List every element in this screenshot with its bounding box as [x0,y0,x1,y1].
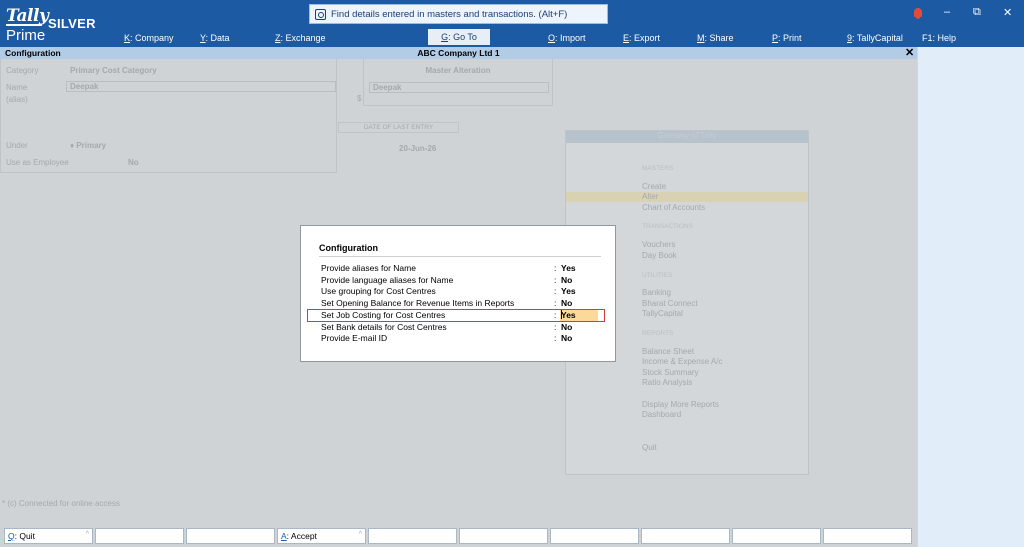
under-value: ♦ Primary [70,141,107,150]
option-value[interactable]: No [561,275,572,285]
gateway-item-day-book: Day Book [642,251,677,260]
option-job-costing[interactable]: Set Job Costing for Cost Centres : Yes [307,309,605,322]
option-label: Provide aliases for Name [321,263,416,273]
menu-import[interactable]: O: Import [548,33,586,43]
minimize-icon[interactable]: – [944,6,950,18]
restore-icon[interactable]: ⧉ [973,6,981,19]
gateway-item-dashboard: Dashboard [642,410,682,419]
alias-label: (alias) [6,95,28,104]
gateway-item-quit: Quit [642,443,657,452]
gateway-item-create: Create [642,182,667,191]
name-field: Deepak [66,81,336,92]
gateway-title: Gateway of Tally [566,131,808,143]
option-value[interactable]: No [561,333,572,343]
logo-product: Prime [6,27,46,44]
window-close-icon[interactable]: ✕ [1003,6,1012,19]
gateway-heading: TRANSACTIONS [642,223,693,230]
option-label: Set Opening Balance for Revenue Items in… [321,298,515,308]
search-input[interactable]: Find details entered in masters and tran… [309,4,608,24]
cost-centre-form: Category Primary Cost Category Name Deep… [0,59,337,173]
option-email-id[interactable]: Provide E-mail ID : No [307,333,605,345]
employee-label: Use as Employee [6,158,69,167]
right-button-panel [917,47,1024,547]
option-value[interactable]: No [561,298,572,308]
dialog-divider [319,256,601,257]
gateway-item-display-more-reports: Display More Reports [642,400,719,409]
option-use-grouping[interactable]: Use grouping for Cost Centres : Yes [307,286,605,298]
bottom-button-bar: Q: Quit ^ A: Accept ^ [0,527,917,547]
menu-exchange[interactable]: Z: Exchange [275,33,326,43]
logo-edition: SILVER [48,16,96,31]
screen-title-bar: Configuration ABC Company Ltd 1 ✕ [0,47,917,59]
search-icon [315,8,326,20]
tally-logo: Tally [6,6,49,26]
empty-button [732,528,821,544]
menu-go-to[interactable]: G: Go To [428,29,490,45]
empty-button [368,528,457,544]
gateway-item-alter: Alter [642,192,659,201]
category-value: Primary Cost Category [70,66,157,75]
company-name: ABC Company Ltd 1 [417,48,500,58]
option-label: Use grouping for Cost Centres [321,286,436,296]
name-label: Name [6,83,28,92]
master-alteration-card: Master Alteration Deepak [363,59,553,106]
master-title: Master Alteration [425,66,491,75]
option-value[interactable]: Yes [561,286,576,296]
empty-button [95,528,184,544]
side-mark: $ [357,94,362,103]
master-name-field: Deepak [369,82,549,93]
gateway-heading: REPORTS [642,330,674,337]
menu-print[interactable]: P: Print [772,33,802,43]
empty-button [186,528,275,544]
gateway-item-chart-of-accounts: Chart of Accounts [642,203,706,212]
menu-export[interactable]: E: Export [623,33,660,43]
gateway-item-banking: Banking [642,288,671,297]
employee-value: No [128,158,139,167]
option-label: Set Bank details for Cost Centres [321,322,447,332]
gateway-item-ratio-analysis: Ratio Analysis [642,378,693,387]
last-entry-value: 20-Jun-26 [399,144,437,153]
dialog-title: Configuration [319,243,378,253]
option-value[interactable]: Yes [561,263,576,273]
option-provide-aliases[interactable]: Provide aliases for Name : Yes [307,263,605,275]
empty-button [823,528,912,544]
gateway-item-stock-summary: Stock Summary [642,368,699,377]
under-label: Under [6,141,28,150]
empty-button [550,528,639,544]
option-label: Provide language aliases for Name [321,275,454,285]
menu-company[interactable]: K: Company [124,33,174,43]
search-placeholder: Find details entered in masters and tran… [331,8,568,20]
menu-help[interactable]: F1: Help [922,33,956,43]
menu-tallycapital[interactable]: 9: TallyCapital [847,33,903,43]
configuration-dialog: Configuration Provide aliases for Name :… [300,225,616,362]
gateway-item-balance-sheet: Balance Sheet [642,347,695,356]
option-label: Set Job Costing for Cost Centres [321,310,446,320]
top-bar: Tally SILVER Prime Find details entered … [0,0,1024,47]
gateway-item-income-expense: Income & Expense A/c [642,357,723,366]
option-label: Provide E-mail ID [321,333,388,343]
gateway-heading: UTILITIES [642,272,673,279]
connected-note: * (c) Connected for online access [2,499,120,508]
logo-underline [6,24,42,26]
notification-bell-icon[interactable] [914,8,922,19]
accept-button[interactable]: A: Accept ^ [277,528,366,544]
gateway-highlight [566,192,808,202]
gateway-item-vouchers: Vouchers [642,240,676,249]
empty-button [459,528,548,544]
option-value[interactable]: No [561,322,572,332]
close-icon[interactable]: ✕ [905,46,914,59]
category-label: Category [6,66,39,75]
gateway-item-bharat-connect: Bharat Connect [642,299,698,308]
option-value-input[interactable]: Yes [560,310,598,321]
menu-share[interactable]: M: Share [697,33,734,43]
quit-button[interactable]: Q: Quit ^ [4,528,93,544]
gateway-item-tallycapital: TallyCapital [642,309,683,318]
menu-data[interactable]: Y: Data [200,33,230,43]
empty-button [641,528,730,544]
last-entry-label: DATE OF LAST ENTRY [338,122,459,133]
gateway-heading: MASTERS [642,165,674,172]
